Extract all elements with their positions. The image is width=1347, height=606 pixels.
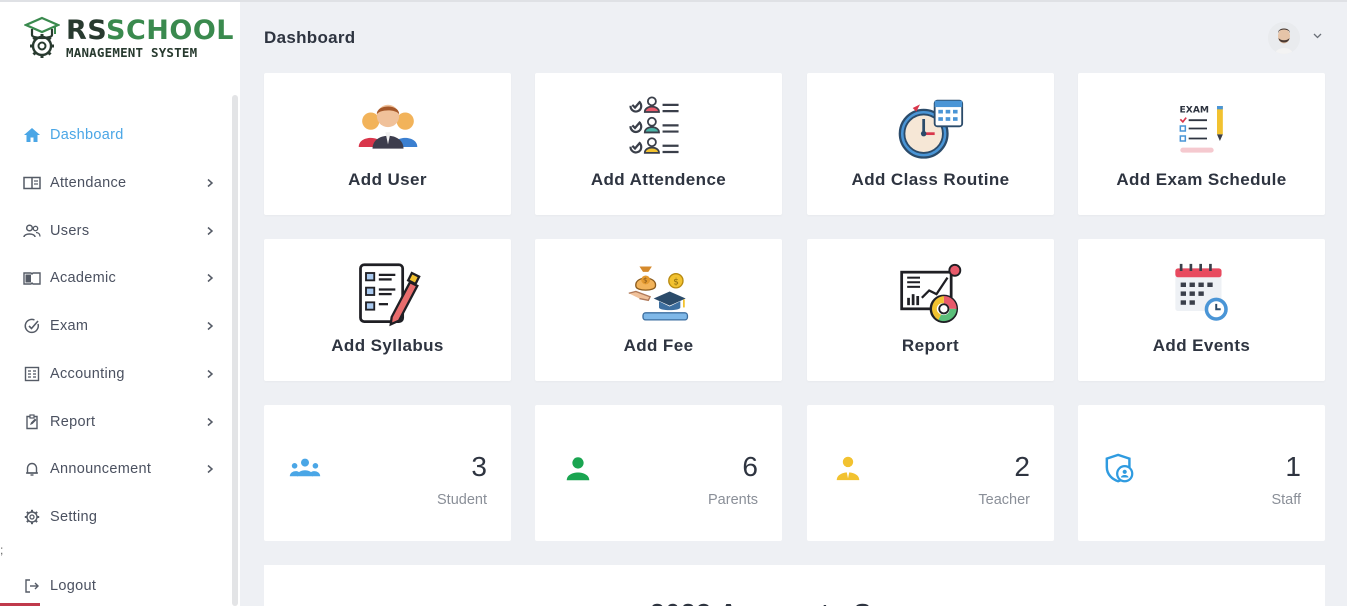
card-label: Add User [348, 170, 427, 189]
chevron-right-icon [207, 464, 214, 474]
gear-icon [23, 508, 41, 526]
sidebar-item-dashboard[interactable]: Dashboard [0, 113, 232, 157]
add-attendance-card[interactable]: Add Attendence [535, 73, 782, 215]
chevron-right-icon [207, 321, 214, 331]
card-label: Add Events [1152, 336, 1251, 355]
sidebar-item-label: Attendance [50, 175, 127, 191]
brand-logo[interactable]: RSSCHOOL MANAGEMENT SYSTEM [24, 16, 234, 64]
sidebar-item-announcement[interactable]: Announcement [0, 447, 232, 491]
accounts-summary-card: 2023 Accounts Summary [264, 565, 1325, 606]
card-label: Add Syllabus [331, 336, 444, 355]
sidebar-item-label: Accounting [50, 366, 125, 382]
shield-user-icon [1105, 453, 1134, 483]
card-label: Add Attendence [590, 170, 727, 189]
report-card[interactable]: Report [807, 239, 1054, 381]
sidebar-item-setting[interactable]: Setting [0, 495, 232, 539]
add-syllabus-card[interactable]: Add Syllabus [264, 239, 511, 381]
check-circle-icon [23, 317, 41, 335]
chevron-right-icon [207, 178, 214, 188]
bell-icon [23, 460, 41, 478]
sidebar-item-label: Dashboard [50, 127, 124, 143]
checklist-people-icon [628, 96, 679, 154]
staff-count: 1 [1285, 451, 1301, 482]
book-icon [23, 269, 41, 287]
sidebar-item-label: Logout [50, 578, 97, 594]
sidebar-item-exam[interactable]: Exam [0, 304, 232, 348]
parents-label: Parents [708, 492, 758, 508]
logout-icon [23, 577, 41, 595]
avatar[interactable] [1268, 22, 1300, 54]
brand-subtitle: MANAGEMENT SYSTEM [66, 45, 198, 60]
user-avatar-icon [1268, 22, 1300, 54]
sidebar-item-report[interactable]: Report [0, 400, 232, 444]
teacher-count: 2 [1014, 451, 1030, 482]
sidebar-item-attendance[interactable]: Attendance [0, 161, 232, 205]
sidebar: RSSCHOOL MANAGEMENT SYSTEM Dashboard Att… [0, 2, 240, 606]
parents-stat-card[interactable]: 6 Parents [535, 405, 782, 541]
add-events-card[interactable]: Add Events [1078, 239, 1325, 381]
teacher-icon [836, 456, 860, 481]
svg-text:$: $ [643, 276, 648, 285]
person-icon [566, 457, 590, 481]
calendar-clock-icon [1174, 263, 1228, 321]
add-exam-schedule-card[interactable]: EXAM Add Exam Schedule [1078, 73, 1325, 215]
chevron-right-icon [207, 369, 214, 379]
sidebar-item-academic[interactable]: Academic [0, 256, 232, 300]
student-label: Student [437, 492, 487, 508]
chevron-right-icon [207, 226, 214, 236]
ledger-icon [23, 365, 41, 383]
stray-mark: ; [0, 543, 4, 557]
svg-text:EXAM: EXAM [1179, 105, 1209, 116]
parents-count: 6 [742, 451, 758, 482]
book-open-icon [23, 174, 41, 192]
fee-money-icon: $ $ [628, 266, 688, 321]
graduation-gear-icon [24, 16, 60, 58]
add-fee-card[interactable]: $ $ Add Fee [535, 239, 782, 381]
report-chart-icon [899, 263, 961, 324]
chevron-right-icon [207, 417, 214, 427]
users-icon [23, 222, 41, 240]
sidebar-item-label: Exam [50, 318, 89, 334]
sidebar-scrollbar[interactable] [232, 95, 238, 606]
sidebar-item-label: Users [50, 223, 90, 239]
staff-label: Staff [1271, 492, 1301, 508]
teacher-stat-card[interactable]: 2 Teacher [807, 405, 1054, 541]
users-group-icon [358, 104, 417, 149]
sidebar-item-label: Academic [50, 270, 117, 286]
sidebar-item-accounting[interactable]: Accounting [0, 352, 232, 396]
clipboard-edit-icon [23, 413, 41, 431]
staff-stat-card[interactable]: 1 Staff [1078, 405, 1325, 541]
page-title: Dashboard [264, 28, 356, 47]
students-icon [289, 458, 321, 477]
student-count: 3 [471, 451, 487, 482]
brand-title: RSSCHOOL [66, 15, 234, 46]
home-icon [23, 126, 41, 144]
card-label: Add Class Routine [851, 170, 1010, 189]
sidebar-item-label: Setting [50, 509, 98, 525]
card-label: Add Exam Schedule [1116, 170, 1287, 189]
student-stat-card[interactable]: 3 Student [264, 405, 511, 541]
exam-list-icon: EXAM [1178, 104, 1223, 153]
sidebar-item-label: Announcement [50, 461, 152, 477]
chevron-down-icon[interactable] [1313, 33, 1322, 39]
card-label: Add Fee [623, 336, 694, 355]
add-class-routine-card[interactable]: Add Class Routine [807, 73, 1054, 215]
syllabus-checklist-icon [358, 263, 421, 327]
clock-calendar-icon [898, 99, 963, 159]
sidebar-item-logout[interactable]: Logout [0, 564, 232, 606]
add-user-card[interactable]: Add User [264, 73, 511, 215]
sidebar-item-users[interactable]: Users [0, 209, 232, 253]
svg-text:$: $ [673, 277, 679, 287]
chevron-right-icon [207, 273, 214, 283]
accounts-summary-title: 2023 Accounts Summary [650, 598, 979, 606]
teacher-label: Teacher [978, 492, 1030, 508]
sidebar-item-label: Report [50, 414, 96, 430]
card-label: Report [901, 336, 960, 355]
